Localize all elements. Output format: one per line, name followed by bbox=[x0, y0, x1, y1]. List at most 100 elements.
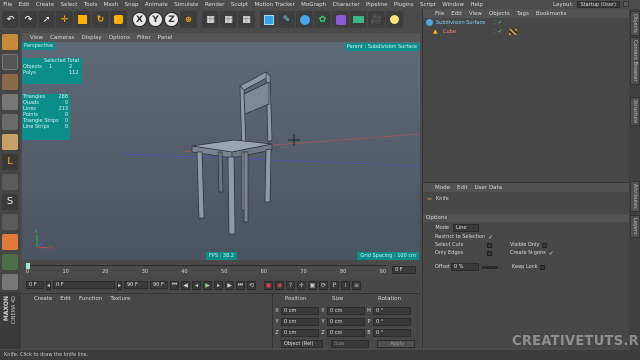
viewport-menu-options[interactable]: Options bbox=[109, 35, 130, 41]
viewport-menu-filter[interactable]: Filter bbox=[137, 35, 151, 41]
coordinate-system-icon[interactable]: ⊕ bbox=[180, 11, 197, 28]
menu-simulate[interactable]: Simulate bbox=[171, 2, 202, 8]
rotation-b-field[interactable]: 0 ° bbox=[373, 329, 411, 337]
light-icon[interactable] bbox=[386, 11, 403, 28]
objects-menu-edit[interactable]: Edit bbox=[451, 11, 462, 17]
window-restore-icon[interactable] bbox=[623, 1, 629, 7]
select-arrow-icon[interactable]: ➚ bbox=[38, 11, 55, 28]
y-axis-lock-icon[interactable]: Y bbox=[148, 12, 163, 27]
start-frame-field[interactable]: 0 F bbox=[26, 281, 44, 289]
menu-snap[interactable]: Snap bbox=[121, 2, 141, 8]
objects-menu-tags[interactable]: Tags bbox=[517, 11, 529, 17]
axis-mode-icon[interactable]: L bbox=[2, 154, 18, 170]
go-to-end-icon[interactable]: ⏭ bbox=[236, 280, 245, 290]
snap-icon[interactable]: S bbox=[2, 194, 18, 210]
range-left-arrow-icon[interactable]: ◂ bbox=[46, 280, 51, 290]
rotate-icon[interactable]: ↻ bbox=[92, 11, 109, 28]
go-to-start-icon[interactable]: ⏮ bbox=[170, 280, 179, 290]
menu-character[interactable]: Character bbox=[329, 2, 363, 8]
phong-tag-icon[interactable] bbox=[508, 28, 517, 35]
array-icon[interactable]: ✿ bbox=[314, 11, 331, 28]
position-z-field[interactable]: 0 cm bbox=[281, 329, 319, 337]
timeline-settings-icon[interactable]: ≡ bbox=[352, 280, 361, 290]
cube-primitive-icon[interactable] bbox=[260, 11, 277, 28]
material-menu-edit[interactable]: Edit bbox=[60, 296, 71, 302]
pen-spline-icon[interactable]: ✎ bbox=[278, 11, 295, 28]
render-view-icon[interactable]: ▦ bbox=[202, 11, 219, 28]
scale-track-icon[interactable]: ▣ bbox=[308, 280, 317, 290]
coord-mode-dropdown[interactable]: Object (Rel) bbox=[281, 340, 323, 348]
rotation-p-field[interactable]: 0 ° bbox=[373, 318, 411, 326]
x-axis-lock-icon[interactable]: X bbox=[132, 12, 147, 27]
material-menu-texture[interactable]: Texture bbox=[110, 296, 130, 302]
end-frame-field[interactable]: 90 F bbox=[150, 281, 168, 289]
material-menu-create[interactable]: Create bbox=[34, 296, 52, 302]
select-cuts-checkbox[interactable] bbox=[487, 242, 492, 248]
menu-help[interactable]: Help bbox=[467, 2, 486, 8]
viewport-3d[interactable]: Perspective Parent : Subdivision Surface… bbox=[22, 42, 420, 260]
layout-dropdown[interactable]: Startup (User) bbox=[576, 1, 620, 8]
recent-tools-icon[interactable] bbox=[110, 11, 127, 28]
position-y-field[interactable]: 0 cm bbox=[281, 318, 319, 326]
previous-frame-icon[interactable]: ◂ bbox=[192, 280, 201, 290]
attr-menu-mode[interactable]: Mode bbox=[435, 185, 450, 191]
loop-icon[interactable]: ⟲ bbox=[247, 280, 256, 290]
menu-pipeline[interactable]: Pipeline bbox=[363, 2, 391, 8]
objects-menu-bookmarks[interactable]: Bookmarks bbox=[536, 11, 567, 17]
texture-mode-icon[interactable] bbox=[2, 74, 18, 90]
make-editable-icon[interactable] bbox=[2, 34, 18, 50]
menu-sculpt[interactable]: Sculpt bbox=[228, 2, 252, 8]
menu-plugins[interactable]: Plugins bbox=[391, 2, 417, 8]
workplane-icon[interactable] bbox=[2, 214, 18, 230]
material-menu-function[interactable]: Function bbox=[79, 296, 102, 302]
enabled-check-icon[interactable]: ✓ bbox=[498, 19, 503, 26]
render-picture-viewer-icon[interactable]: ▦ bbox=[220, 11, 237, 28]
autokey-icon[interactable]: ◉ bbox=[275, 280, 284, 290]
grid-icon[interactable] bbox=[2, 274, 18, 290]
position-track-icon[interactable]: ✛ bbox=[297, 280, 306, 290]
tab-structure[interactable]: Structure bbox=[630, 97, 640, 127]
viewport-menu-display[interactable]: Display bbox=[82, 35, 102, 41]
min-frame-field[interactable]: 0 F bbox=[53, 281, 115, 289]
render-settings-icon[interactable]: ▦ bbox=[238, 11, 255, 28]
offset-slider[interactable] bbox=[482, 265, 498, 269]
edges-mode-icon[interactable] bbox=[2, 114, 18, 130]
object-name[interactable]: Cube bbox=[443, 29, 494, 35]
menu-render[interactable]: Render bbox=[202, 2, 228, 8]
create-ngons-checkbox[interactable]: ✓ bbox=[549, 250, 554, 257]
attr-menu-edit[interactable]: Edit bbox=[457, 185, 468, 191]
offset-field[interactable]: 0 % bbox=[451, 263, 479, 271]
point-level-anim-icon[interactable]: ⁞ bbox=[341, 280, 350, 290]
move-icon[interactable]: ✛ bbox=[56, 11, 73, 28]
menu-create[interactable]: Create bbox=[33, 2, 58, 8]
range-right-arrow-icon[interactable]: ▸ bbox=[117, 280, 122, 290]
tab-content-browser[interactable]: Content Browser bbox=[630, 37, 640, 85]
size-y-field[interactable]: 0 cm bbox=[327, 318, 365, 326]
keyframe-selection-icon[interactable]: ? bbox=[286, 280, 295, 290]
viewport-menu-panel[interactable]: Panel bbox=[158, 35, 173, 41]
tweak-mode-icon[interactable] bbox=[2, 174, 18, 190]
attr-menu-user-data[interactable]: User Data bbox=[475, 185, 502, 191]
object-name[interactable]: Subdivision Surface bbox=[436, 20, 494, 26]
tab-attributes[interactable]: Attributes bbox=[630, 181, 640, 212]
keep-lock-checkbox[interactable] bbox=[540, 264, 546, 270]
parameter-track-icon[interactable]: P bbox=[330, 280, 339, 290]
previous-key-icon[interactable]: ◀ bbox=[181, 280, 190, 290]
undo-icon[interactable]: ↶ bbox=[2, 11, 19, 28]
points-mode-icon[interactable] bbox=[2, 94, 18, 110]
menu-animate[interactable]: Animate bbox=[142, 2, 171, 8]
z-axis-lock-icon[interactable]: Z bbox=[164, 12, 179, 27]
only-edges-checkbox[interactable] bbox=[487, 250, 492, 256]
visibility-dots-icon[interactable]: ⁚ bbox=[494, 20, 496, 26]
visible-only-checkbox[interactable] bbox=[542, 242, 548, 248]
restrict-to-selection-checkbox[interactable]: ✓ bbox=[488, 234, 493, 241]
floor-icon[interactable] bbox=[350, 11, 367, 28]
menu-tools[interactable]: Tools bbox=[81, 2, 101, 8]
objects-menu-objects[interactable]: Objects bbox=[489, 11, 510, 17]
camera-icon[interactable]: 🎥 bbox=[368, 11, 385, 28]
menu-motion-tracker[interactable]: Motion Tracker bbox=[251, 2, 298, 8]
menu-mograph[interactable]: MoGraph bbox=[298, 2, 329, 8]
next-frame-icon[interactable]: ▸ bbox=[214, 280, 223, 290]
size-x-field[interactable]: 0 cm bbox=[327, 307, 365, 315]
menu-window[interactable]: Window bbox=[439, 2, 467, 8]
